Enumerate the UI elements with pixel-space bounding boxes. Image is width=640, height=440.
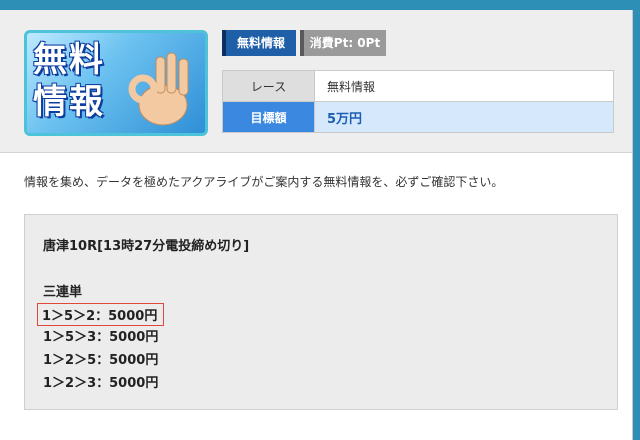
bet-line: 1＞2＞5：5000円 (43, 353, 159, 368)
header: 無料 情報 無料情報 消費Pt: 0Pt レース 無料情報 目標額 5万円 (0, 10, 632, 153)
main-panel: 無料 情報 無料情報 消費Pt: 0Pt レース 無料情報 目標額 5万円 情報… (0, 10, 633, 440)
ok-hand-icon (128, 52, 189, 126)
race-value: 無料情報 (314, 70, 614, 102)
tip-box: 唐津10R[13時27分電投締め切り] 三連単 1＞5＞2：5000円 1＞5＞… (24, 214, 618, 410)
tab-free-info[interactable]: 無料情報 (222, 30, 296, 56)
banner-line-1: 無料 (33, 40, 105, 80)
bet-line-highlighted: 1＞5＞2：5000円 (37, 303, 165, 326)
banner-line-2: 情報 (33, 82, 105, 122)
race-label: レース (222, 70, 315, 102)
tab-points-consumed[interactable]: 消費Pt: 0Pt (300, 30, 386, 56)
bet-line: 1＞2＞3：5000円 (43, 376, 159, 391)
race-row: レース 無料情報 (222, 70, 614, 102)
bet-type: 三連単 (43, 285, 83, 300)
target-value: 5万円 (314, 101, 614, 133)
bet-line: 1＞5＞3：5000円 (43, 330, 159, 345)
free-info-banner: 無料 情報 (24, 30, 208, 136)
info-table: レース 無料情報 目標額 5万円 (222, 70, 614, 133)
race-title: 唐津10R[13時27分電投締め切り] (43, 239, 250, 254)
target-row: 目標額 5万円 (222, 101, 614, 133)
target-label: 目標額 (222, 101, 315, 133)
description-text: 情報を集め、データを極めたアクアライブがご案内する無料情報を、必ずご確認下さい。 (24, 175, 504, 189)
